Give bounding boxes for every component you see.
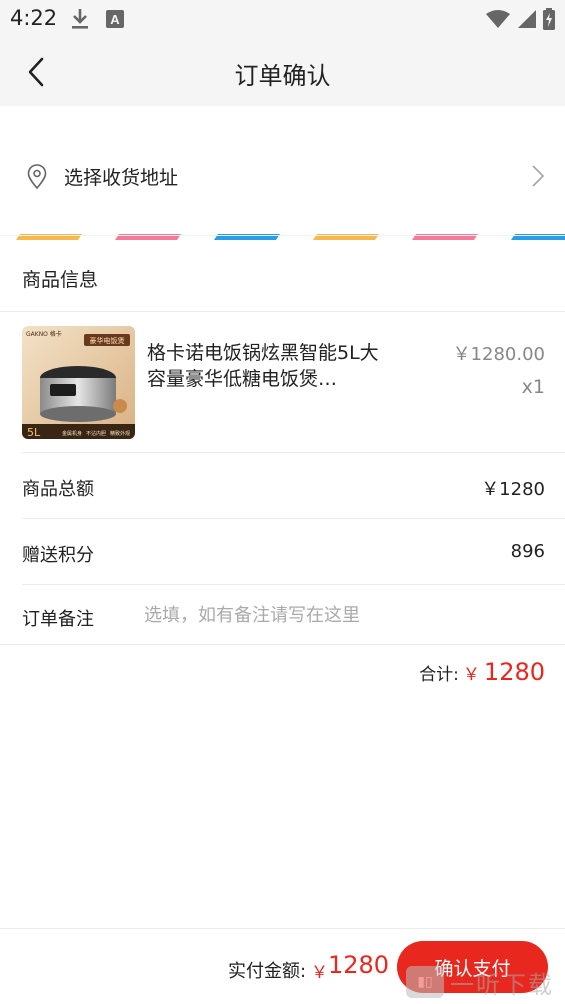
remark-label: 订单备注 <box>22 609 94 630</box>
divider <box>22 518 565 519</box>
svg-text:A: A <box>110 12 120 27</box>
battery-icon <box>543 8 555 34</box>
thumb-feature: 不沾内胆 <box>86 430 106 437</box>
thumb-feature: 精致外观 <box>110 430 130 437</box>
chevron-right-icon <box>531 164 545 192</box>
points-value: 896 <box>510 541 545 562</box>
watermark-logo-icon: ▮▯ <box>406 966 444 998</box>
divider <box>22 452 565 453</box>
points-label: 赠送积分 <box>22 545 94 566</box>
product-price: ￥1280.00 <box>452 344 545 365</box>
remark-row: 订单备注 <box>22 584 545 648</box>
points-row: 赠送积分 896 <box>22 521 545 585</box>
download-icon <box>70 8 90 34</box>
wifi-icon <box>485 9 511 33</box>
page-title: 订单确认 <box>234 62 331 90</box>
address-stripe-divider <box>0 225 565 240</box>
pay-amount: 1280 <box>328 951 390 979</box>
a-letter-icon: A <box>106 10 124 32</box>
pay-currency: ￥ <box>311 963 328 983</box>
product-thumbnail: 豪华电饭煲 GAKNO 格卡 5L 金属机身 不沾内胆 精致外观 <box>22 326 135 439</box>
order-total: 合计: ￥ 1280 <box>419 658 545 686</box>
thumb-capacity: 5L <box>27 426 41 439</box>
product-item[interactable]: 豪华电饭煲 GAKNO 格卡 5L 金属机身 不沾内胆 精致外观 格卡诺电饭锅炫… <box>22 326 545 440</box>
divider <box>0 311 565 312</box>
goods-total-row: 商品总额 ￥1280 <box>22 455 545 519</box>
total-currency: ￥ <box>462 665 480 685</box>
total-label: 合计: <box>419 665 459 685</box>
address-label: 选择收货地址 <box>64 167 179 189</box>
product-quantity: x1 <box>521 376 545 398</box>
status-bar: 4:22 A <box>0 0 565 38</box>
divider <box>0 644 565 645</box>
thumb-brand: GAKNO 格卡 <box>26 330 62 338</box>
product-name: 格卡诺电饭锅炫黑智能5L大容量豪华低糖电饭煲… <box>147 342 379 390</box>
status-icons <box>485 8 555 34</box>
thumb-feature: 金属机身 <box>62 430 82 437</box>
total-amount: 1280 <box>483 658 545 686</box>
signal-icon <box>517 9 537 33</box>
status-time: 4:22 <box>10 6 58 30</box>
pay-amount-label: 实付金额: <box>228 961 307 982</box>
nav-bar: 订单确认 <box>0 38 565 106</box>
section-divider <box>0 235 565 236</box>
select-address-row[interactable]: 选择收货地址 <box>0 142 565 210</box>
goods-total-value: ￥1280 <box>481 479 545 500</box>
goods-total-label: 商品总额 <box>22 479 94 500</box>
goods-section-title: 商品信息 <box>22 269 99 291</box>
location-pin-icon <box>26 164 48 194</box>
watermark-text: 一听下载 <box>450 970 554 999</box>
remark-input[interactable] <box>144 598 544 632</box>
thumb-banner: 豪华电饭煲 <box>90 336 125 345</box>
watermark: ▮▯ 一听下载 <box>406 964 562 1000</box>
